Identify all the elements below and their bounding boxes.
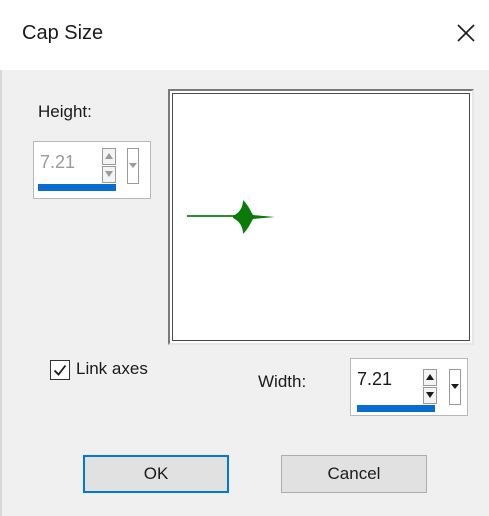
width-spin-arrows[interactable] (423, 369, 437, 405)
height-increment-button[interactable] (102, 148, 116, 165)
arrow-up-icon (426, 374, 434, 380)
width-spinner[interactable]: 7.21 (350, 358, 468, 416)
cancel-button[interactable]: Cancel (281, 455, 427, 493)
height-spin-arrows[interactable] (102, 148, 116, 184)
width-increment-button[interactable] (423, 369, 437, 386)
window-edge (0, 70, 2, 516)
height-label: Height: (38, 102, 92, 121)
dialog-title: Cap Size (22, 22, 104, 44)
arrow-cap-preview (187, 200, 275, 234)
height-spinner[interactable]: 7.21 (33, 141, 151, 199)
cap-preview (168, 89, 474, 345)
cap-size-dialog: Cap Size Height: 7.21 Link axes Width: 7… (0, 0, 489, 516)
width-slider-bar[interactable] (357, 405, 435, 412)
close-button[interactable] (448, 15, 484, 51)
height-value[interactable]: 7.21 (40, 152, 75, 173)
width-value[interactable]: 7.21 (357, 369, 392, 390)
height-dropdown-button[interactable] (127, 148, 139, 184)
preview-canvas (172, 93, 470, 341)
arrow-down-icon (105, 171, 113, 177)
link-axes-label: Link axes (76, 359, 148, 378)
chevron-down-icon (451, 384, 459, 389)
close-icon (457, 24, 475, 42)
height-decrement-button[interactable] (102, 166, 116, 183)
title-bar: Cap Size (0, 0, 489, 70)
ok-button[interactable]: OK (83, 455, 229, 493)
width-decrement-button[interactable] (423, 387, 437, 404)
arrow-down-icon (426, 392, 434, 398)
arrow-up-icon (105, 153, 113, 159)
width-dropdown-button[interactable] (449, 369, 461, 405)
checkmark-icon (53, 364, 67, 376)
chevron-down-icon (129, 163, 137, 168)
height-slider-bar[interactable] (38, 184, 116, 191)
width-label: Width: (258, 372, 307, 391)
checkbox-box[interactable] (50, 360, 70, 380)
